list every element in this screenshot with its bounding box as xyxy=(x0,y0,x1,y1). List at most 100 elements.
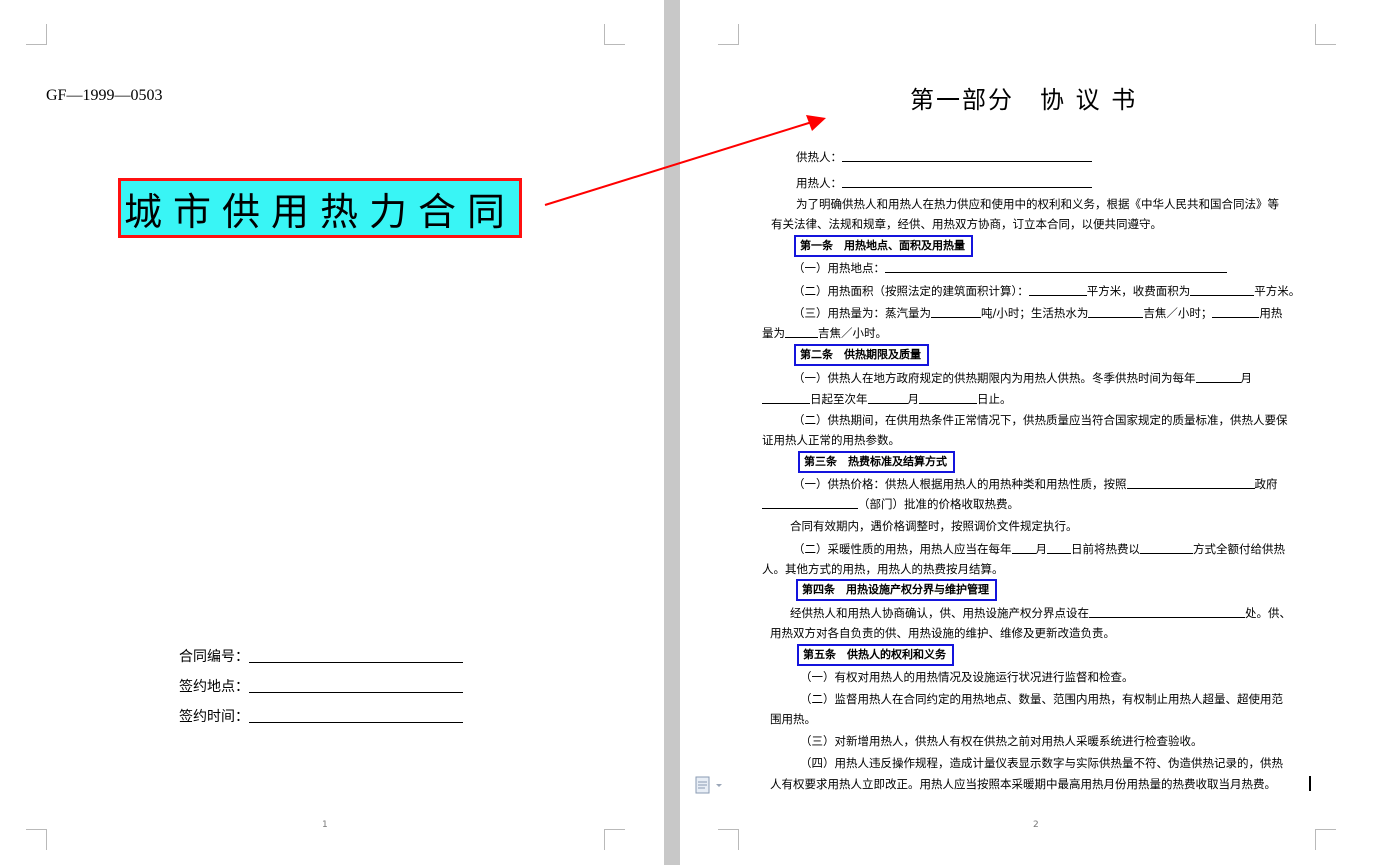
article-5-item-3: （三）对新增用热人，供热人有权在供热之前对用热人采暖系统进行检查验收。 xyxy=(800,734,1203,748)
payment-day-blank[interactable] xyxy=(1047,542,1071,554)
article-5-item-2-line-2: 围用热。 xyxy=(770,712,816,726)
article-3-price-cont: （部门）批准的价格收取热费。 xyxy=(762,494,1019,515)
document-page-1: GF—1999—0503 城市供用热力合同 合同编号： 签约地点： 签约时间： … xyxy=(0,0,664,865)
user-blank[interactable] xyxy=(842,176,1092,188)
sign-place-label: 签约地点： xyxy=(179,679,249,695)
next-year-label: 日起至次年 xyxy=(810,392,868,406)
price-label: （一）供热价格：供热人根据用热人的用热种类和用热性质，按照 xyxy=(793,477,1127,491)
article-3-price: （一）供热价格：供热人根据用热人的用热种类和用热性质，按照 政府 xyxy=(793,474,1278,495)
heat-volume-unit: 吉焦／小时。 xyxy=(818,326,887,340)
supplier-line[interactable]: 供热人： xyxy=(796,147,1092,168)
margin-mark-top-right xyxy=(1315,24,1336,45)
payment-month-blank[interactable] xyxy=(1011,542,1036,554)
contract-title[interactable]: 城市供用热力合同 xyxy=(118,178,522,238)
article-2-heading: 第二条 供热期限及质量 xyxy=(794,344,929,366)
article-1-location: （一）用热地点： xyxy=(793,258,1227,279)
sign-time-label: 签约时间： xyxy=(179,709,249,725)
start-day-blank[interactable] xyxy=(762,392,810,404)
boundary-label: 经供热人和用热人协商确认，供、用热设施产权分界点设在 xyxy=(790,606,1089,620)
heat-volume-label: 量为 xyxy=(762,326,785,340)
payment-label: （二）采暖性质的用热，用热人应当在每年 xyxy=(793,542,1012,556)
heat-blank-2[interactable] xyxy=(785,326,818,338)
supplier-blank[interactable] xyxy=(842,150,1092,162)
sign-time-blank[interactable] xyxy=(249,708,463,723)
article-1-heat-volume-cont: 量为 吉焦／小时。 xyxy=(762,323,887,344)
contract-number-blank[interactable] xyxy=(249,648,463,663)
end-month-blank[interactable] xyxy=(867,392,908,404)
article-1-location-label: （一）用热地点： xyxy=(793,261,885,275)
article-4-heading: 第四条 用热设施产权分界与维护管理 xyxy=(796,579,997,601)
month-label-1: 月 xyxy=(1240,371,1253,385)
text-cursor xyxy=(1309,776,1311,791)
sign-place-blank[interactable] xyxy=(249,678,463,693)
payment-month-label: 月 xyxy=(1035,542,1048,556)
article-1-heat-volume: （三）用热量为：蒸汽量为 吨/小时；生活热水为 吉焦／小时； 用热 xyxy=(793,303,1282,324)
end-day-label: 日止。 xyxy=(977,392,1012,406)
sign-place-line[interactable]: 签约地点： xyxy=(179,676,463,696)
article-5-heading: 第五条 供热人的权利和义务 xyxy=(797,644,954,666)
user-label: 用热人： xyxy=(796,176,842,190)
article-5-item-1: （一）有权对用热人的用热情况及设施运行状况进行监督和检查。 xyxy=(800,670,1134,684)
steam-blank[interactable] xyxy=(931,306,981,318)
article-4-boundary: 经供热人和用热人协商确认，供、用热设施产权分界点设在 处。供、 xyxy=(790,603,1291,624)
payment-method-label: 方式全额付给供热 xyxy=(1193,542,1285,556)
charge-area-unit: 平方米。 xyxy=(1254,284,1301,298)
government-blank[interactable] xyxy=(1126,477,1255,489)
area-label: （二）用热面积（按照法定的建筑面积计算）： xyxy=(793,284,1029,298)
article-4-maintenance: 用热双方对各自负责的供、用热设施的维护、维修及更新改造负责。 xyxy=(770,626,1115,640)
user-line[interactable]: 用热人： xyxy=(796,173,1092,194)
article-1-heading: 第一条 用热地点、面积及用热量 xyxy=(794,235,973,257)
margin-mark-bottom-right xyxy=(1315,829,1336,850)
margin-mark-bottom-left xyxy=(26,829,47,850)
article-3-payment: （二）采暖性质的用热，用热人应当在每年 月 日前将热费以 方式全额付给供热 xyxy=(793,539,1285,560)
sign-time-line[interactable]: 签约时间： xyxy=(179,706,463,726)
page-gutter xyxy=(664,0,680,865)
margin-mark-bottom-right xyxy=(604,829,625,850)
margin-mark-bottom-left xyxy=(718,829,739,850)
department-blank[interactable] xyxy=(762,497,858,509)
payment-method-blank[interactable] xyxy=(1140,542,1193,554)
contract-number-label: 合同编号： xyxy=(179,649,249,665)
payment-day-label: 日前将热费以 xyxy=(1071,542,1140,556)
boundary-end-label: 处。供、 xyxy=(1245,606,1291,620)
page-number: 1 xyxy=(322,820,328,830)
steam-label: （三）用热量为：蒸汽量为 xyxy=(793,306,931,320)
article-5-item-4-line-2: 人有权要求用热人立即改正。用热人应当按照本采暖期中最高用热月份用热量的热费收取当… xyxy=(770,777,1276,791)
intro-line-2: 有关法律、法规和规章，经供、用热双方协商，订立本合同，以便共同遵守。 xyxy=(771,217,1162,231)
charge-area-blank[interactable] xyxy=(1190,284,1255,296)
margin-mark-top-left xyxy=(718,24,739,45)
hot-water-label: 吨/小时；生活热水为 xyxy=(981,306,1089,320)
clipboard-icon[interactable] xyxy=(694,775,724,795)
article-5-item-2-line-1: （二）监督用热人在合同约定的用热地点、数量、范围内用热，有权制止用热人超量、超使… xyxy=(800,692,1283,706)
article-3-payment-cont: 人。其他方式的用热，用热人的热费按月结算。 xyxy=(762,562,1004,576)
period-label: （一）供热人在地方政府规定的供热期限内为用热人供热。冬季供热时间为每年 xyxy=(793,371,1196,385)
document-code: GF—1999—0503 xyxy=(46,87,163,104)
contract-number-line[interactable]: 合同编号： xyxy=(179,646,463,666)
start-month-blank[interactable] xyxy=(1195,371,1241,383)
end-day-blank[interactable] xyxy=(919,392,977,404)
area-unit-label: 平方米，收费面积为 xyxy=(1086,284,1191,298)
margin-mark-top-left xyxy=(26,24,47,45)
margin-mark-top-right xyxy=(604,24,625,45)
article-2-period-cont: 日起至次年 月 日止。 xyxy=(762,389,1012,410)
article-2-quality-2: 证用热人正常的用热参数。 xyxy=(762,433,900,447)
location-blank[interactable] xyxy=(885,261,1227,273)
article-3-heading: 第三条 热费标准及结算方式 xyxy=(798,451,955,473)
article-2-period: （一）供热人在地方政府规定的供热期限内为用热人供热。冬季供热时间为每年 月 xyxy=(793,368,1252,389)
boundary-blank[interactable] xyxy=(1089,606,1245,618)
article-1-area: （二）用热面积（按照法定的建筑面积计算）： 平方米，收费面积为 平方米。 xyxy=(793,281,1300,302)
month-label-2: 月 xyxy=(907,392,920,406)
department-label: （部门）批准的价格收取热费。 xyxy=(858,497,1019,511)
heat-blank-1[interactable] xyxy=(1212,306,1260,318)
hot-water-unit: 吉焦／小时； xyxy=(1143,306,1213,320)
intro-line-1: 为了明确供热人和用热人在热力供应和使用中的权利和义务，根据《中华人民共和国合同法… xyxy=(796,197,1279,211)
heat-label: 用热 xyxy=(1259,306,1283,320)
area-blank[interactable] xyxy=(1028,284,1087,296)
supplier-label: 供热人： xyxy=(796,150,842,164)
hot-water-blank[interactable] xyxy=(1088,306,1144,318)
article-2-quality-1: （二）供热期间，在供用热条件正常情况下，供热质量应当符合国家规定的质量标准，供热… xyxy=(793,413,1288,427)
article-3-price-adjust: 合同有效期内，遇价格调整时，按照调价文件规定执行。 xyxy=(790,519,1078,533)
part-title: 第一部分 协 议 书 xyxy=(910,86,1138,114)
contract-title-text: 城市供用热力合同 xyxy=(123,189,516,234)
article-5-item-4-line-1: （四）用热人违反操作规程，造成计量仪表显示数字与实际供热量不符、伪造供热记录的，… xyxy=(800,756,1283,770)
